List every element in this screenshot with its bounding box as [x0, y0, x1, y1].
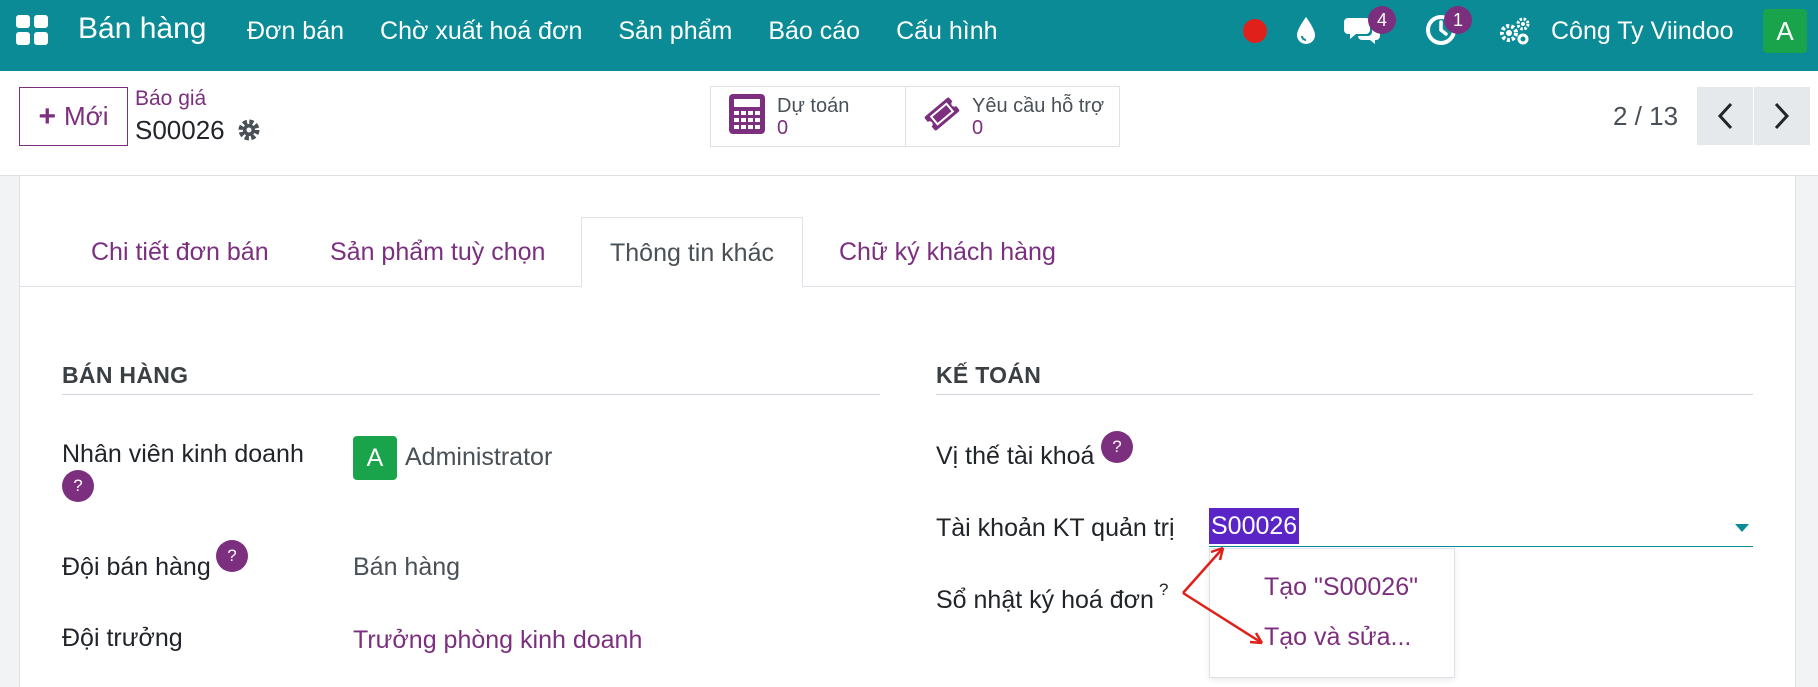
invoice-journal-label: Sổ nhật ký hoá đơn	[936, 586, 1154, 614]
top-navbar: Bán hàng Đơn bán Chờ xuất hoá đơn Sản ph…	[0, 0, 1818, 71]
chevron-right-icon	[1774, 102, 1790, 130]
annotation-arrows-icon	[1170, 540, 1280, 655]
smart-button-label: Yêu cầu hỗ trợ	[972, 94, 1105, 117]
caret-down-icon[interactable]	[1735, 524, 1749, 532]
new-button[interactable]: + Mới	[19, 87, 128, 146]
tab-optional-products[interactable]: Sản phẩm tuỳ chọn	[302, 217, 573, 287]
main-menu: Đơn bán Chờ xuất hoá đơn Sản phẩm Báo cá…	[247, 17, 1034, 46]
calculator-icon	[727, 93, 767, 140]
salesperson-field[interactable]: Administrator	[405, 443, 552, 472]
smart-button-label: Dự toán	[777, 94, 850, 117]
plus-icon: +	[38, 99, 57, 133]
invoice-journal-help-icon[interactable]: ?	[1159, 580, 1168, 600]
sales-team-field[interactable]: Bán hàng	[353, 553, 460, 582]
fiscal-position-help-icon[interactable]: ?	[1101, 431, 1133, 463]
app-brand[interactable]: Bán hàng	[78, 12, 206, 46]
salesperson-label: Nhân viên kinh doanh	[62, 440, 304, 468]
analytic-account-selected-text: S00026	[1209, 508, 1300, 544]
record-name: S00026	[135, 115, 225, 145]
salesperson-help-icon[interactable]: ?	[62, 470, 94, 502]
analytic-account-input[interactable]: S00026	[1209, 506, 1753, 547]
team-leader-label: Đội trưởng	[62, 624, 183, 652]
analytic-account-label: Tài khoản KT quản trị	[936, 514, 1175, 542]
user-avatar[interactable]: A	[1763, 9, 1807, 53]
menu-item-products[interactable]: Sản phẩm	[618, 17, 732, 46]
team-leader-field[interactable]: Trưởng phòng kinh doanh	[353, 626, 642, 655]
fiscal-position-label: Vị thế tài khoá	[936, 442, 1095, 470]
activity-badge: 1	[1444, 6, 1472, 34]
sales-team-label: Đội bán hàng	[62, 553, 211, 581]
chevron-left-icon	[1717, 102, 1733, 130]
menu-item-orders[interactable]: Đơn bán	[247, 17, 344, 46]
dropdown-create-edit-option[interactable]: Tạo và sửa...	[1264, 623, 1411, 652]
new-button-label: Mới	[64, 101, 109, 131]
dropdown-create-option[interactable]: Tạo "S00026"	[1264, 573, 1418, 602]
apps-menu-icon[interactable]	[16, 15, 48, 45]
pager-previous-button[interactable]	[1697, 87, 1753, 145]
sales-team-help-icon[interactable]: ?	[216, 540, 248, 572]
menu-item-configuration[interactable]: Cấu hình	[896, 17, 997, 46]
menu-item-to-invoice[interactable]: Chờ xuất hoá đơn	[380, 17, 582, 46]
drop-icon[interactable]	[1294, 14, 1318, 51]
control-panel: + Mới Báo giá S00026 Dự toán 0 Yêu cầu h…	[0, 71, 1818, 176]
group-divider	[936, 394, 1753, 395]
group-divider	[62, 394, 880, 395]
group-title-sales: BÁN HÀNG	[62, 362, 189, 388]
tab-order-lines[interactable]: Chi tiết đơn bán	[63, 217, 297, 287]
notebook-tabs: Chi tiết đơn bán Sản phẩm tuỳ chọn Thông…	[20, 217, 1795, 288]
record-status-dot-icon[interactable]	[1243, 19, 1267, 43]
ticket-icon	[922, 94, 962, 139]
salesperson-avatar: A	[353, 436, 397, 480]
smart-button-value: 0	[972, 116, 984, 139]
gear-icon[interactable]	[236, 117, 262, 148]
group-title-accounting: KẾ TOÁN	[936, 362, 1042, 388]
breadcrumb-parent[interactable]: Báo giá	[135, 87, 206, 111]
tab-customer-signature[interactable]: Chữ ký khách hàng	[811, 217, 1084, 287]
smart-button-estimates[interactable]: Dự toán 0	[710, 86, 906, 147]
tab-other-info[interactable]: Thông tin khác	[581, 217, 803, 288]
chat-badge: 4	[1368, 6, 1396, 34]
company-switcher[interactable]: Công Ty Viindoo	[1551, 17, 1734, 46]
menu-item-reporting[interactable]: Báo cáo	[768, 17, 860, 46]
pager-next-button[interactable]	[1754, 87, 1810, 145]
smart-button-value: 0	[777, 116, 789, 139]
smart-button-helpdesk[interactable]: Yêu cầu hỗ trợ 0	[905, 86, 1120, 147]
settings-gears-icon[interactable]	[1498, 15, 1532, 52]
pager-value[interactable]: 2 / 13	[1613, 101, 1678, 132]
